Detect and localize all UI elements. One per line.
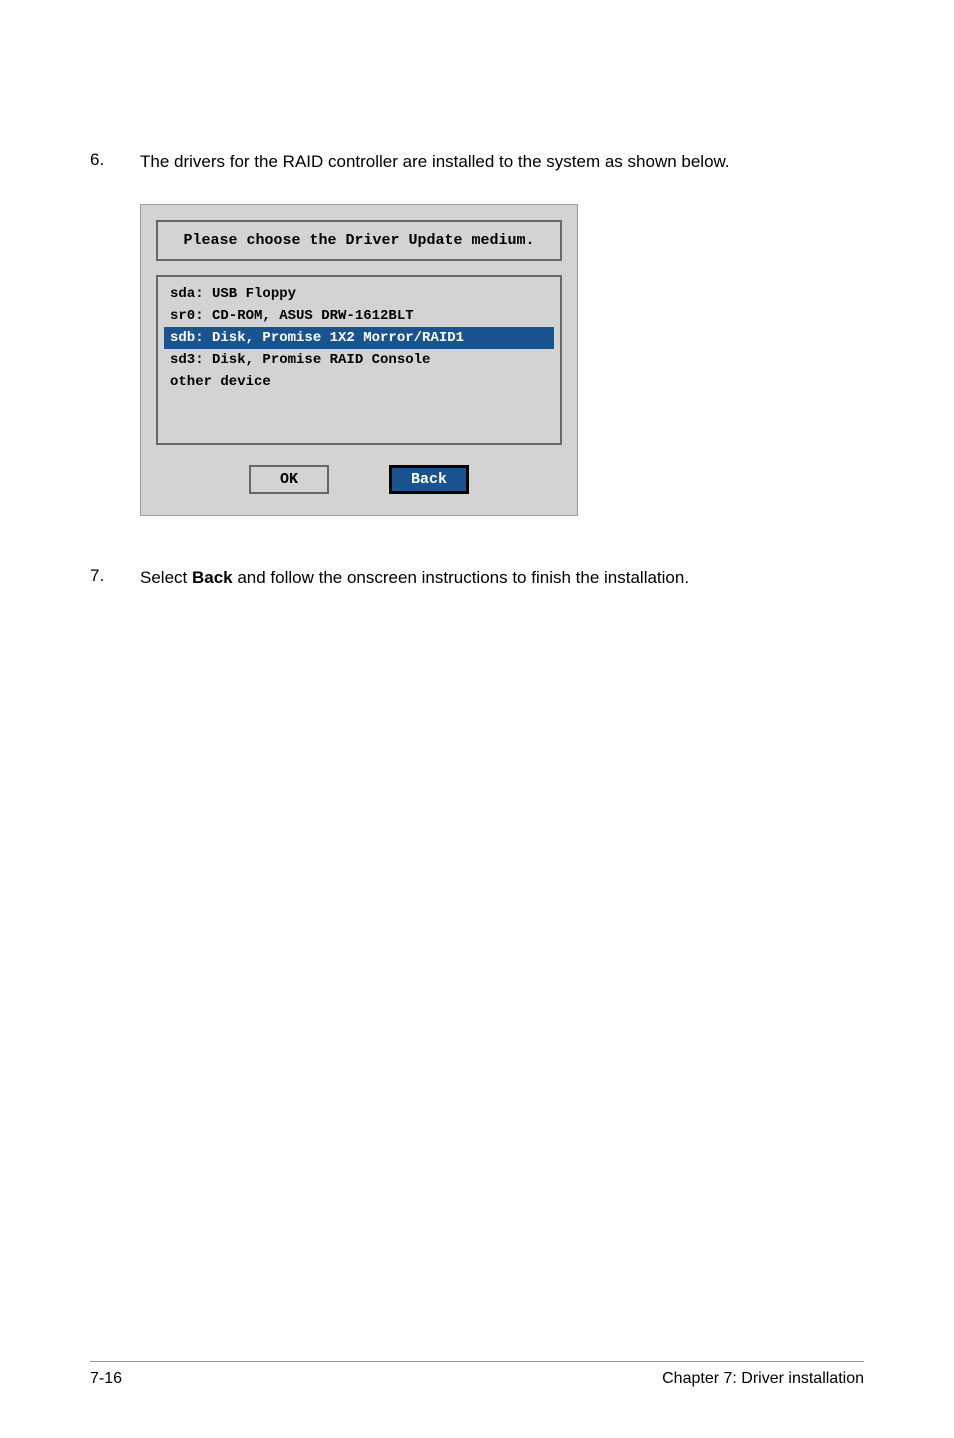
list-item-sda[interactable]: sda: USB Floppy <box>164 283 554 305</box>
back-button[interactable]: Back <box>389 465 469 494</box>
dialog-button-row: OK Back <box>156 465 562 494</box>
dialog-title: Please choose the Driver Update medium. <box>172 232 546 249</box>
dialog-list: sda: USB Floppy sr0: CD-ROM, ASUS DRW-16… <box>156 275 562 445</box>
dialog-title-box: Please choose the Driver Update medium. <box>156 220 562 261</box>
step-6-number: 6. <box>90 150 140 170</box>
step-6: 6. The drivers for the RAID controller a… <box>90 150 864 174</box>
page-number: 7-16 <box>90 1370 122 1388</box>
ok-button[interactable]: OK <box>249 465 329 494</box>
chapter-label: Chapter 7: Driver installation <box>662 1370 864 1388</box>
list-item-sr0[interactable]: sr0: CD-ROM, ASUS DRW-1612BLT <box>164 305 554 327</box>
step-7-prefix: Select <box>140 568 192 587</box>
page-footer: 7-16 Chapter 7: Driver installation <box>90 1361 864 1388</box>
list-item-other[interactable]: other device <box>164 371 554 393</box>
step-7-number: 7. <box>90 566 140 586</box>
step-7-suffix: and follow the onscreen instructions to … <box>233 568 689 587</box>
step-6-text: The drivers for the RAID controller are … <box>140 150 730 174</box>
list-item-sd3[interactable]: sd3: Disk, Promise RAID Console <box>164 349 554 371</box>
step-7-bold: Back <box>192 568 233 587</box>
step-7: 7. Select Back and follow the onscreen i… <box>90 566 864 590</box>
driver-update-dialog: Please choose the Driver Update medium. … <box>140 204 578 516</box>
step-7-text: Select Back and follow the onscreen inst… <box>140 566 689 590</box>
dialog-inner: Please choose the Driver Update medium. … <box>144 208 574 512</box>
list-item-sdb[interactable]: sdb: Disk, Promise 1X2 Morror/RAID1 <box>164 327 554 349</box>
